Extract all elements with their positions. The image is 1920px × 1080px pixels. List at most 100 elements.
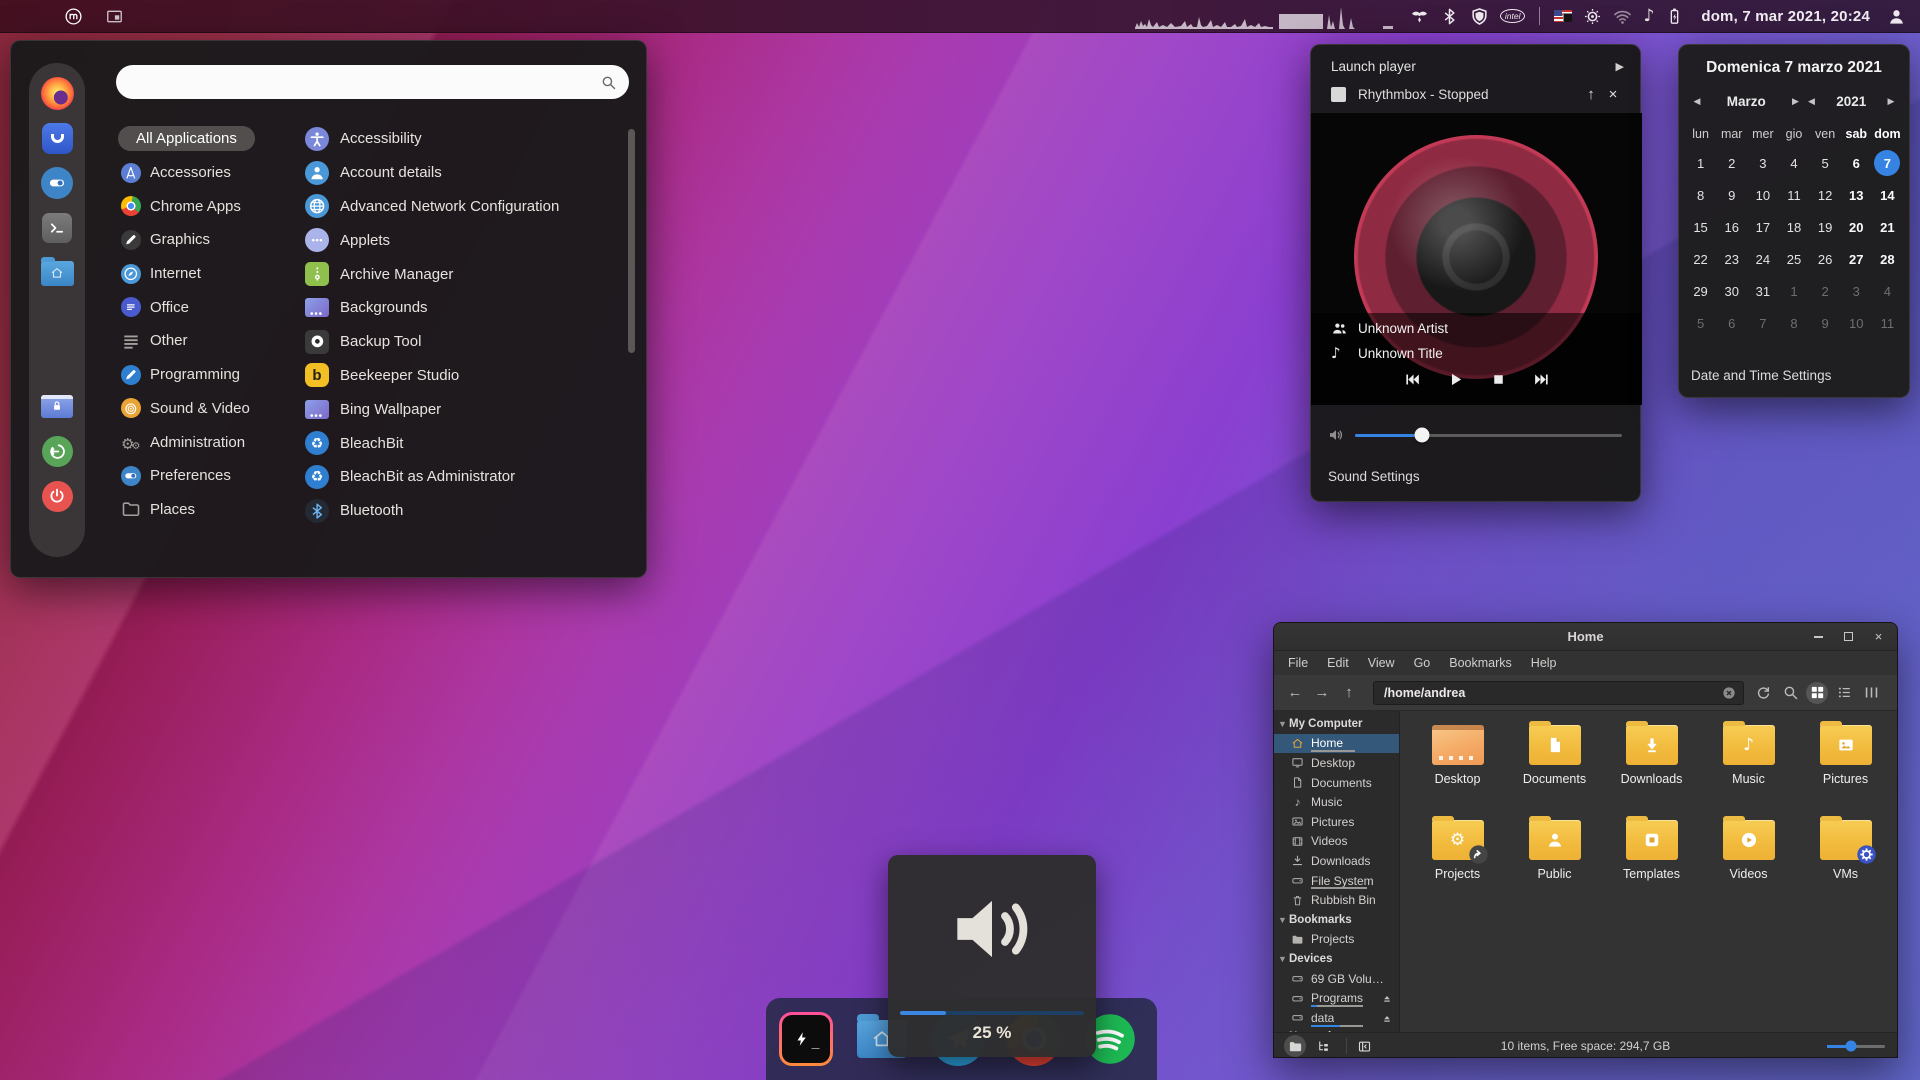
next-button[interactable] — [1533, 371, 1550, 388]
calendar-day[interactable]: 2 — [1810, 275, 1841, 307]
app-archive-manager[interactable]: Archive Manager — [305, 257, 615, 291]
folder-documents[interactable]: Documents — [1506, 716, 1603, 811]
intel-badge-icon[interactable]: intel — [1500, 9, 1526, 24]
calendar-day[interactable]: 28 — [1872, 243, 1903, 275]
list-view-button[interactable] — [1833, 682, 1855, 704]
back-button[interactable]: ← — [1284, 682, 1306, 704]
close-player-button[interactable]: × — [1602, 86, 1624, 103]
menu-search-input[interactable] — [128, 73, 600, 91]
forward-button[interactable]: → — [1311, 682, 1333, 704]
keyboard-layout-icon[interactable] — [1554, 10, 1572, 22]
sidebar-item-home[interactable]: Home — [1274, 734, 1399, 754]
sidebar-item-documents[interactable]: Documents — [1274, 773, 1399, 793]
fm-menu-edit[interactable]: Edit — [1327, 656, 1349, 670]
calendar-day[interactable]: 9 — [1810, 307, 1841, 339]
folder-templates[interactable]: Templates — [1603, 811, 1700, 906]
sidebar-item-downloads[interactable]: Downloads — [1274, 851, 1399, 871]
mint-menu-button[interactable] — [64, 7, 83, 26]
category-other[interactable]: Other — [111, 324, 301, 358]
calendar-day[interactable]: 15 — [1685, 211, 1716, 243]
next-year-button[interactable]: ▶ — [1883, 96, 1899, 107]
calendar-day[interactable]: 13 — [1841, 179, 1872, 211]
category-chrome-apps[interactable]: Chrome Apps — [111, 189, 301, 223]
app-beekeeper-studio[interactable]: bBeekeeper Studio — [305, 359, 615, 393]
battery-icon[interactable] — [1665, 7, 1684, 26]
category-places[interactable]: Places — [111, 493, 301, 527]
system-monitor-graph[interactable] — [1133, 3, 1393, 29]
play-button[interactable] — [1447, 371, 1464, 388]
calendar-day[interactable]: 18 — [1778, 211, 1809, 243]
sidebar-item-data[interactable]: data — [1274, 1008, 1399, 1028]
folder-vms[interactable]: VMs — [1797, 811, 1894, 906]
calendar-day[interactable]: 1 — [1778, 275, 1809, 307]
sidebar-section-devices[interactable]: ▼Devices — [1274, 949, 1399, 969]
calendar-day[interactable]: 25 — [1778, 243, 1809, 275]
hide-sidebar-button[interactable] — [1353, 1035, 1375, 1057]
stop-button[interactable] — [1490, 371, 1507, 388]
fm-menu-go[interactable]: Go — [1414, 656, 1431, 670]
app-bing-wallpaper[interactable]: Bing Wallpaper — [305, 392, 615, 426]
calendar-day[interactable]: 6 — [1841, 147, 1872, 179]
sidebar-item-desktop[interactable]: Desktop — [1274, 753, 1399, 773]
calendar-day[interactable]: 27 — [1841, 243, 1872, 275]
calendar-day[interactable]: 20 — [1841, 211, 1872, 243]
volume-slider-knob[interactable] — [1414, 428, 1429, 443]
calendar-day[interactable]: 7 — [1747, 307, 1778, 339]
path-input[interactable] — [1382, 685, 1721, 701]
folder-desktop[interactable]: Desktop — [1409, 716, 1506, 811]
calendar-day[interactable]: 12 — [1810, 179, 1841, 211]
indicator-applet-icon[interactable] — [1410, 7, 1429, 26]
app-accessibility[interactable]: Accessibility — [305, 122, 615, 156]
calendar-day[interactable]: 11 — [1872, 307, 1903, 339]
category-sound-video[interactable]: Sound & Video — [111, 392, 301, 426]
app-bleachbit-as-administrator[interactable]: ♻BleachBit as Administrator — [305, 460, 615, 494]
sound-settings-link[interactable]: Sound Settings — [1328, 469, 1420, 484]
fm-menu-bookmarks[interactable]: Bookmarks — [1449, 656, 1512, 670]
maximize-button[interactable] — [1842, 630, 1855, 643]
app-bleachbit[interactable]: ♻BleachBit — [305, 426, 615, 460]
app-bluetooth[interactable]: Bluetooth — [305, 494, 615, 528]
calendar-day[interactable]: 10 — [1841, 307, 1872, 339]
favorite-firefox[interactable] — [40, 76, 74, 110]
sidebar-item-programs[interactable]: Programs — [1274, 988, 1399, 1008]
folder-downloads[interactable]: Downloads — [1603, 716, 1700, 811]
wifi-icon[interactable] — [1613, 7, 1632, 26]
calendar-day[interactable]: 4 — [1778, 147, 1809, 179]
category-graphics[interactable]: Graphics — [111, 223, 301, 257]
calendar-day[interactable]: 1 — [1685, 147, 1716, 179]
bluetooth-icon[interactable] — [1440, 7, 1459, 26]
session-shutdown[interactable] — [40, 479, 74, 513]
clear-path-icon[interactable] — [1721, 685, 1737, 701]
eject-icon[interactable] — [1381, 992, 1393, 1004]
favorite-terminal[interactable] — [40, 211, 74, 245]
folder-projects[interactable]: ⚙Projects — [1409, 811, 1506, 906]
fm-menu-file[interactable]: File — [1288, 656, 1308, 670]
calendar-day[interactable]: 9 — [1716, 179, 1747, 211]
calendar-day[interactable]: 5 — [1810, 147, 1841, 179]
favorite-files[interactable] — [40, 256, 74, 290]
calendar-day[interactable]: 8 — [1778, 307, 1809, 339]
calendar-day[interactable]: 3 — [1747, 147, 1778, 179]
calendar-day[interactable]: 21 — [1872, 211, 1903, 243]
user-icon[interactable] — [1887, 7, 1906, 26]
raise-player-button[interactable]: ↑ — [1580, 86, 1602, 103]
security-shield-icon[interactable] — [1470, 7, 1489, 26]
brightness-icon[interactable] — [1583, 7, 1602, 26]
category-office[interactable]: Office — [111, 290, 301, 324]
minimize-button[interactable] — [1812, 630, 1825, 643]
sidebar-section-bookmarks[interactable]: ▼Bookmarks — [1274, 910, 1399, 930]
category-administration[interactable]: ⚙⚙Administration — [111, 425, 301, 459]
calendar-day[interactable]: 11 — [1778, 179, 1809, 211]
favorite-system-settings[interactable] — [40, 166, 74, 200]
menu-scrollbar[interactable] — [628, 129, 635, 353]
calendar-day[interactable]: 17 — [1747, 211, 1778, 243]
category-accessories[interactable]: Accessories — [111, 156, 301, 190]
next-month-button[interactable]: ▶ — [1788, 96, 1804, 107]
calendar-day[interactable]: 16 — [1716, 211, 1747, 243]
dock-terminal[interactable]: _ — [778, 1011, 834, 1067]
sidebar-item-music[interactable]: ♪Music — [1274, 792, 1399, 812]
sidebar-item-videos[interactable]: Videos — [1274, 832, 1399, 852]
fm-titlebar[interactable]: Home × — [1274, 623, 1897, 651]
sidebar-item-projects[interactable]: Projects — [1274, 930, 1399, 950]
sidebar-item-pictures[interactable]: Pictures — [1274, 812, 1399, 832]
